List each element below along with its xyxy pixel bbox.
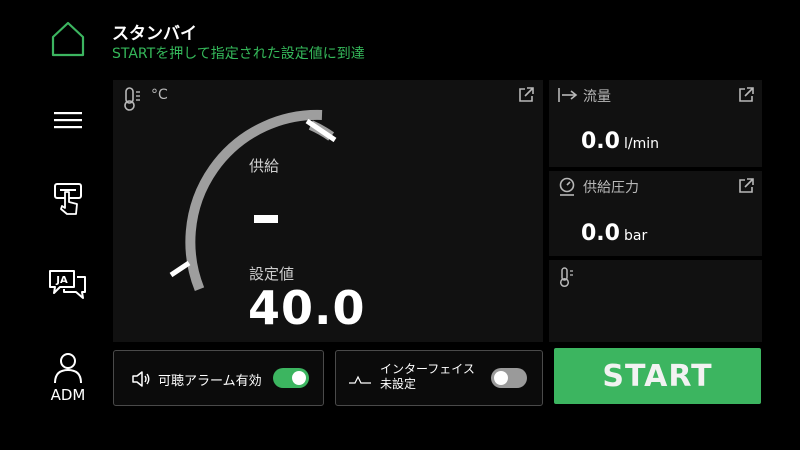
home-icon <box>51 21 85 57</box>
audible-alarm-control: 可聴アラーム有効 <box>113 350 324 406</box>
audible-alarm-label: 可聴アラーム有効 <box>158 374 262 389</box>
user-button[interactable]: ADM <box>38 352 98 404</box>
toggle-knob <box>292 371 306 385</box>
pressure-label: 供給圧力 <box>583 180 639 196</box>
interface-control: インターフェイス 未設定 <box>335 350 543 406</box>
supply-label: 供給 <box>249 157 280 175</box>
flow-expand-button[interactable] <box>737 86 755 104</box>
toggle-knob <box>494 371 508 385</box>
pressure-unit: bar <box>623 228 648 244</box>
touch-panel-icon <box>54 183 82 215</box>
interface-label: インターフェイス 未設定 <box>380 362 475 392</box>
setpoint-value[interactable]: 40.0 <box>248 281 366 335</box>
touch-settings-button[interactable] <box>38 182 98 216</box>
start-button[interactable]: START <box>554 348 761 404</box>
pressure-reading: 0.0 bar <box>581 221 647 246</box>
return-temperature-panel <box>549 260 762 342</box>
language-button[interactable]: JA <box>38 268 98 300</box>
interface-wave-icon <box>349 375 371 384</box>
language-badge: JA <box>55 275 68 286</box>
menu-button[interactable] <box>38 110 98 130</box>
audible-alarm-toggle[interactable] <box>273 368 309 388</box>
interface-label-line1: インターフェイス <box>380 362 475 376</box>
flow-value: 0.0 <box>581 129 620 154</box>
flow-unit: l/min <box>623 136 659 152</box>
pressure-value: 0.0 <box>581 221 620 246</box>
pressure-expand-button[interactable] <box>737 177 755 195</box>
flow-reading: 0.0 l/min <box>581 129 659 154</box>
external-link-icon <box>739 87 754 102</box>
hamburger-menu-icon <box>54 112 82 129</box>
flow-label: 流量 <box>583 89 611 105</box>
status-message: STARTを押して指定された設定値に到達 <box>112 46 365 62</box>
supply-value-dash <box>254 215 278 223</box>
thermometer-small-icon <box>558 266 576 288</box>
speaker-icon <box>132 371 150 387</box>
language-chat-icon: JA <box>49 270 86 299</box>
user-label: ADM <box>50 386 86 404</box>
home-button[interactable] <box>50 20 86 60</box>
pressure-gauge-icon <box>557 176 579 198</box>
flow-arrow-icon <box>557 86 579 104</box>
interface-label-line2: 未設定 <box>380 377 417 391</box>
external-link-icon <box>739 178 754 193</box>
gauge-min-marker <box>169 260 191 278</box>
status-title: スタンバイ <box>112 24 197 44</box>
user-icon <box>54 353 82 384</box>
interface-toggle[interactable] <box>491 368 527 388</box>
